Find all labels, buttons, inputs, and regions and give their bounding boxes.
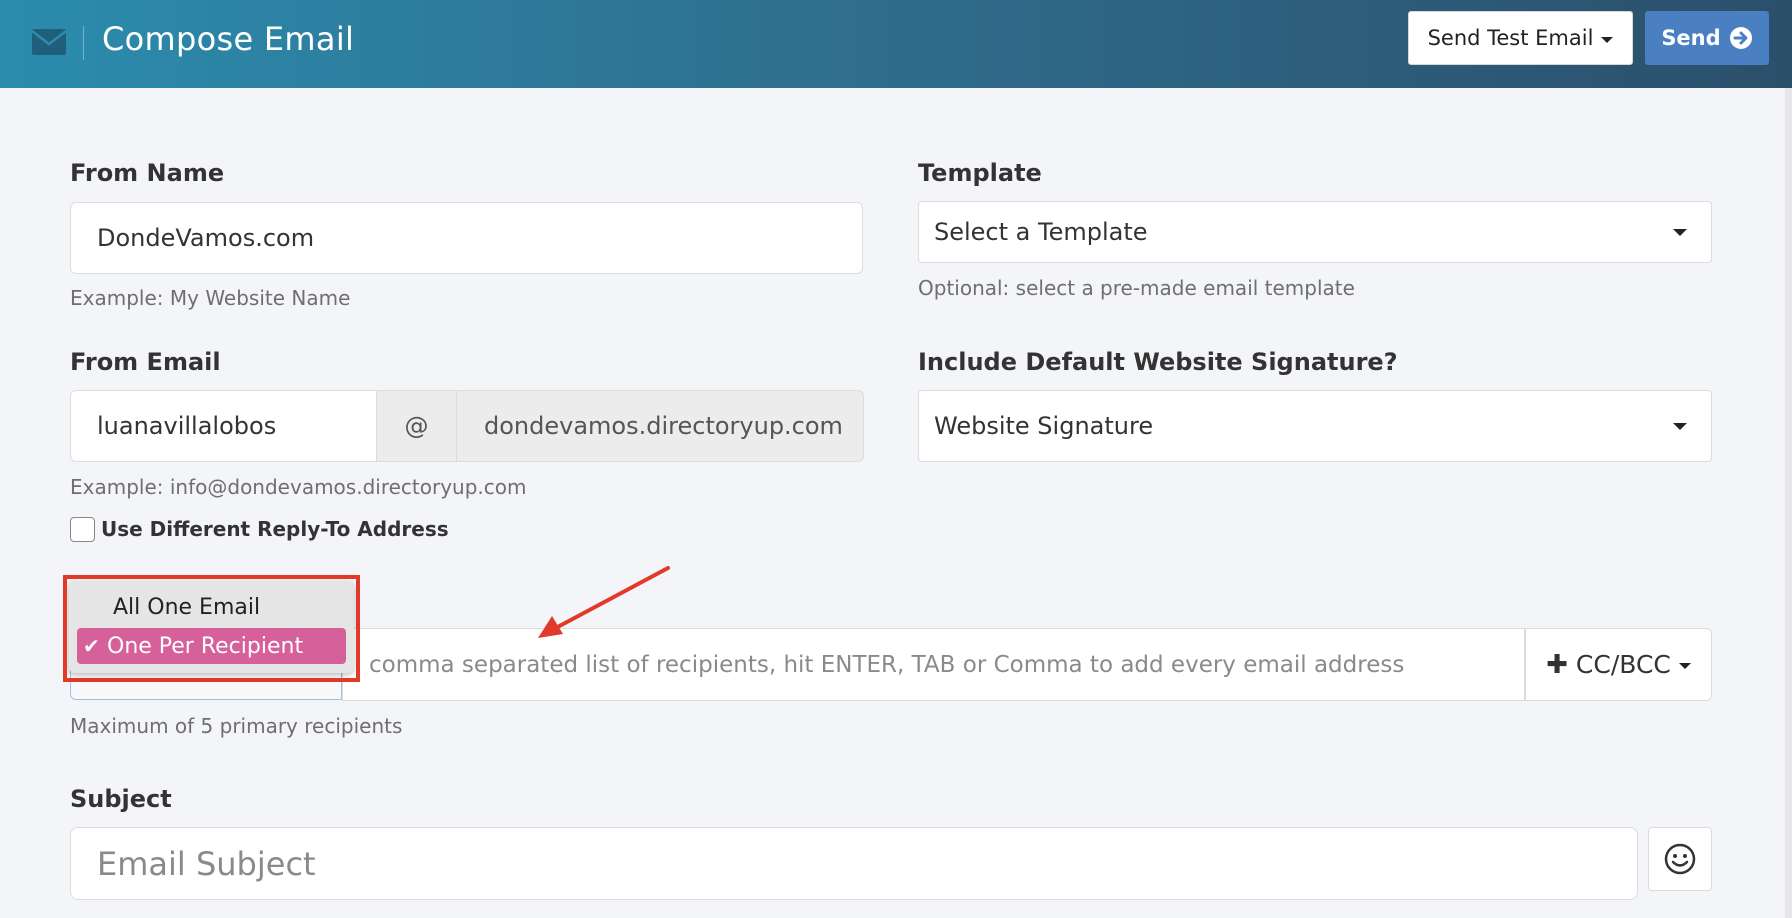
from-name-label: From Name (70, 159, 225, 187)
annotation-highlight-box (63, 575, 360, 682)
cc-bcc-label: CC/BCC (1575, 650, 1671, 679)
cc-bcc-button[interactable]: ✚ CC/BCC (1525, 628, 1712, 701)
template-label: Template (918, 159, 1042, 187)
subject-placeholder: Email Subject (97, 844, 316, 883)
send-test-email-button[interactable]: Send Test Email (1408, 11, 1633, 65)
from-name-help: Example: My Website Name (70, 286, 351, 310)
signature-label: Include Default Website Signature? (918, 348, 1398, 376)
subject-input[interactable]: Email Subject (70, 827, 1638, 900)
send-test-email-label: Send Test Email (1427, 26, 1594, 50)
from-email-domain-addon: dondevamos.directoryup.com (456, 390, 864, 462)
recipients-placeholder: comma separated list of recipients, hit … (369, 651, 1405, 678)
page-title: Compose Email (102, 20, 355, 58)
from-name-value: DondeVamos.com (97, 224, 315, 252)
chevron-down-icon (1601, 36, 1614, 43)
signature-selected-value: Website Signature (934, 412, 1154, 440)
smiley-icon (1664, 843, 1696, 875)
template-selected-value: Select a Template (934, 218, 1148, 246)
at-sign: @ (404, 412, 429, 440)
chevron-down-icon (1678, 663, 1691, 669)
recipients-help: Maximum of 5 primary recipients (70, 714, 403, 738)
send-label: Send (1661, 26, 1721, 50)
from-name-input[interactable]: DondeVamos.com (70, 202, 863, 274)
chevron-down-icon (1673, 423, 1687, 430)
chevron-down-icon (1673, 229, 1687, 236)
from-email-help: Example: info@dondevamos.directoryup.com (70, 475, 527, 499)
recipients-input[interactable]: comma separated list of recipients, hit … (342, 628, 1525, 701)
envelope-icon (32, 29, 66, 55)
signature-select[interactable]: Website Signature (918, 390, 1712, 462)
title-divider (83, 26, 84, 60)
page-scrollbar[interactable] (1785, 88, 1792, 918)
plus-icon: ✚ (1546, 649, 1568, 680)
from-email-label: From Email (70, 348, 221, 376)
from-email-domain: dondevamos.directoryup.com (484, 412, 843, 440)
template-help: Optional: select a pre-made email templa… (918, 276, 1355, 300)
top-bar: Compose Email Send Test Email Send (0, 0, 1792, 88)
send-button[interactable]: Send (1645, 11, 1769, 65)
from-email-local-value: luanavillalobos (97, 412, 277, 440)
subject-label: Subject (70, 785, 172, 813)
template-select[interactable]: Select a Template (918, 201, 1712, 263)
reply-to-checkbox[interactable] (70, 517, 95, 542)
from-email-local-input[interactable]: luanavillalobos (70, 390, 377, 462)
emoji-button[interactable] (1648, 827, 1712, 891)
reply-to-label[interactable]: Use Different Reply-To Address (101, 517, 449, 541)
at-sign-addon: @ (376, 390, 457, 462)
arrow-circle-right-icon (1729, 27, 1752, 49)
annotation-arrow (538, 566, 670, 638)
